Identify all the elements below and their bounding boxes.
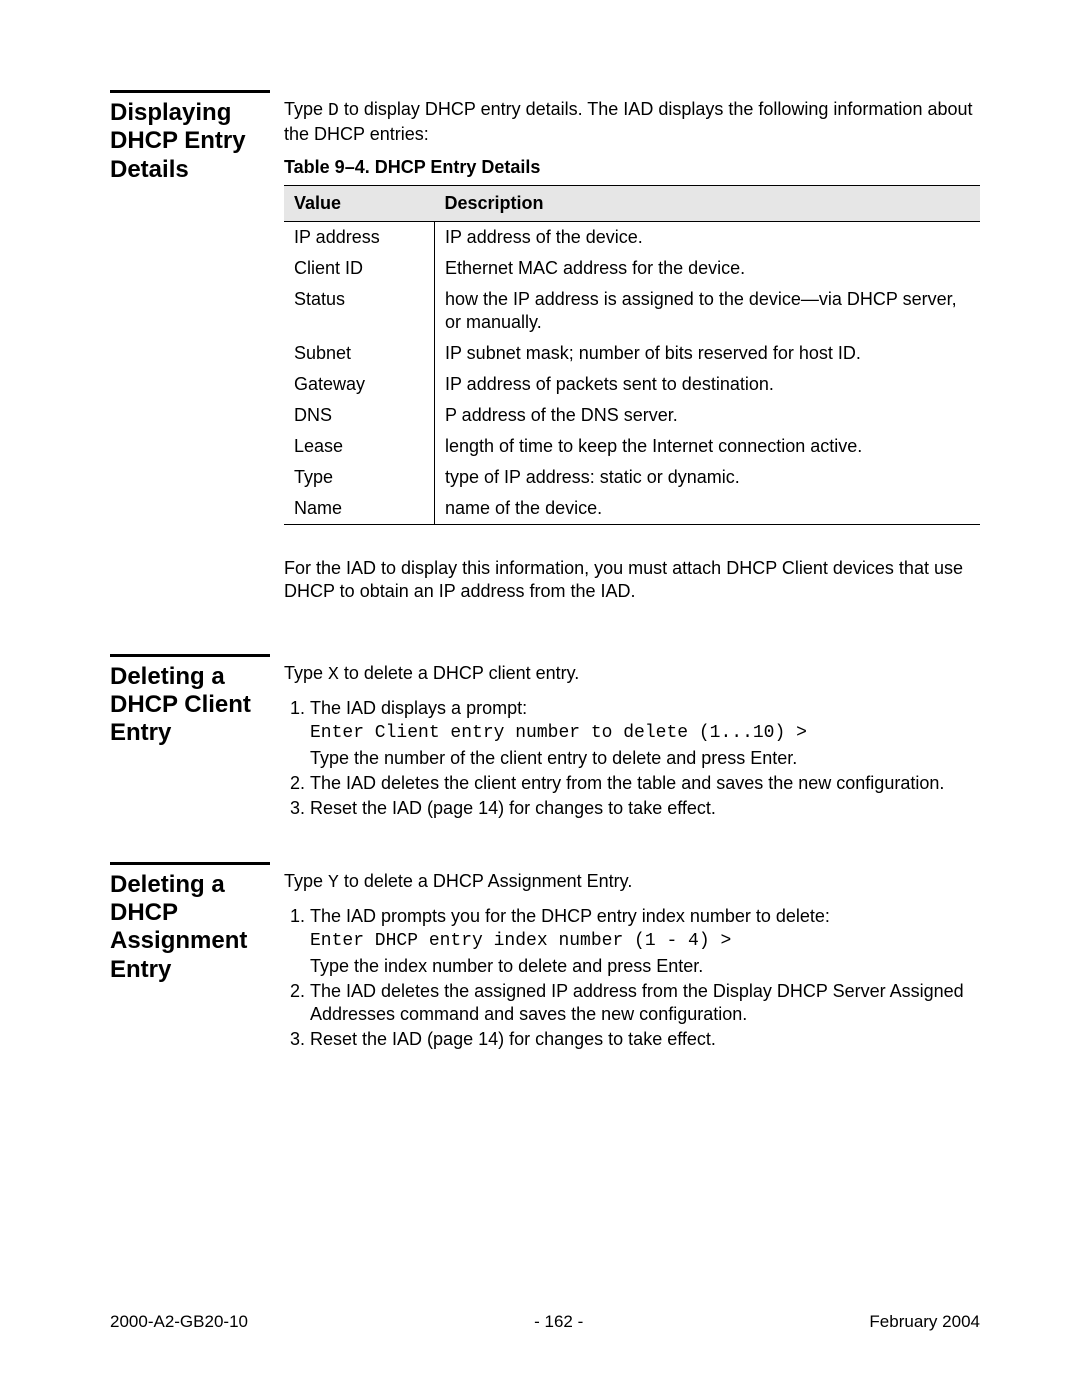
cell-value: Subnet xyxy=(284,338,435,369)
cell-description: how the IP address is assigned to the de… xyxy=(435,284,981,338)
section-content: Type X to delete a DHCP client entry. Th… xyxy=(284,654,980,822)
table-row: Statushow the IP address is assigned to … xyxy=(284,284,980,338)
list-item: The IAD deletes the assigned IP address … xyxy=(310,980,980,1026)
th-description: Description xyxy=(435,186,981,222)
cell-value: Client ID xyxy=(284,253,435,284)
list-item: The IAD displays a prompt: Enter Client … xyxy=(310,697,980,770)
cell-description: Ethernet MAC address for the device. xyxy=(435,253,981,284)
table-row: GatewayIP address of packets sent to des… xyxy=(284,369,980,400)
intro-paragraph: Type Y to delete a DHCP Assignment Entry… xyxy=(284,870,980,895)
text: to display DHCP entry details. The IAD d… xyxy=(284,99,973,144)
table-row: Namename of the device. xyxy=(284,493,980,525)
section-displaying-dhcp-entry-details: Displaying DHCP Entry Details Type D to … xyxy=(110,90,980,614)
cell-value: Type xyxy=(284,462,435,493)
cell-description: name of the device. xyxy=(435,493,981,525)
list-item: Reset the IAD (page 14) for changes to t… xyxy=(310,797,980,820)
text: to delete a DHCP client entry. xyxy=(339,663,579,683)
section-content: Type D to display DHCP entry details. Th… xyxy=(284,90,980,614)
page-footer: 2000-A2-GB20-10 - 162 - February 2004 xyxy=(110,1311,980,1333)
cell-value: Lease xyxy=(284,431,435,462)
note-paragraph: For the IAD to display this information,… xyxy=(284,557,980,603)
section-deleting-dhcp-client-entry: Deleting a DHCP Cli­ent Entry Type X to … xyxy=(110,654,980,822)
cell-value: Status xyxy=(284,284,435,338)
list-item: The IAD prompts you for the DHCP entry i… xyxy=(310,905,980,978)
cell-value: IP address xyxy=(284,222,435,254)
table-row: SubnetIP subnet mask; number of bits res… xyxy=(284,338,980,369)
key-literal: X xyxy=(328,665,339,685)
table-row: Typetype of IP address: static or dynami… xyxy=(284,462,980,493)
cell-value: Name xyxy=(284,493,435,525)
footer-date: February 2004 xyxy=(869,1311,980,1333)
side-heading: Deleting a DHCP Cli­ent Entry xyxy=(110,654,270,748)
side-heading: Displaying DHCP Entry Details xyxy=(110,90,270,184)
key-literal: Y xyxy=(328,873,339,893)
table-caption: Table 9–4. DHCP Entry Details xyxy=(284,156,980,179)
cell-description: P address of the DNS server. xyxy=(435,400,981,431)
th-value: Value xyxy=(284,186,435,222)
steps-list: The IAD displays a prompt: Enter Client … xyxy=(284,697,980,820)
side-heading: Deleting a DHCP Assign­ment Entry xyxy=(110,862,270,984)
dhcp-entry-details-table: Value Description IP addressIP address o… xyxy=(284,185,980,525)
table-row: Leaselength of time to keep the Internet… xyxy=(284,431,980,462)
cell-description: IP address of the device. xyxy=(435,222,981,254)
page: Displaying DHCP Entry Details Type D to … xyxy=(0,0,1080,1397)
list-item: The IAD deletes the client entry from th… xyxy=(310,772,980,795)
text: Type xyxy=(284,871,328,891)
section-deleting-dhcp-assignment-entry: Deleting a DHCP Assign­ment Entry Type Y… xyxy=(110,862,980,1053)
terminal-prompt: Enter DHCP entry index number (1 - 4) > xyxy=(310,930,980,953)
table-header-row: Value Description xyxy=(284,186,980,222)
steps-list: The IAD prompts you for the DHCP entry i… xyxy=(284,905,980,1051)
text: Type the index number to delete and pres… xyxy=(310,956,703,976)
list-item: Reset the IAD (page 14) for changes to t… xyxy=(310,1028,980,1051)
table-row: Client IDEthernet MAC address for the de… xyxy=(284,253,980,284)
table-row: IP addressIP address of the device. xyxy=(284,222,980,254)
footer-page-number: - 162 - xyxy=(534,1311,583,1333)
text: Type the number of the client entry to d… xyxy=(310,748,797,768)
cell-value: DNS xyxy=(284,400,435,431)
cell-description: length of time to keep the Internet conn… xyxy=(435,431,981,462)
cell-description: IP subnet mask; number of bits reserved … xyxy=(435,338,981,369)
text: Type xyxy=(284,663,328,683)
cell-description: IP address of packets sent to destinatio… xyxy=(435,369,981,400)
text: Type xyxy=(284,99,328,119)
intro-paragraph: Type D to display DHCP entry details. Th… xyxy=(284,98,980,146)
cell-value: Gateway xyxy=(284,369,435,400)
text: The IAD displays a prompt: xyxy=(310,698,527,718)
cell-description: type of IP address: static or dynamic. xyxy=(435,462,981,493)
terminal-prompt: Enter Client entry number to delete (1..… xyxy=(310,722,980,745)
key-literal: D xyxy=(328,101,339,121)
text: The IAD prompts you for the DHCP entry i… xyxy=(310,906,830,926)
table-row: DNSP address of the DNS server. xyxy=(284,400,980,431)
section-content: Type Y to delete a DHCP Assignment Entry… xyxy=(284,862,980,1053)
intro-paragraph: Type X to delete a DHCP client entry. xyxy=(284,662,980,687)
text: to delete a DHCP Assignment Entry. xyxy=(339,871,632,891)
footer-doc-id: 2000-A2-GB20-10 xyxy=(110,1311,248,1333)
